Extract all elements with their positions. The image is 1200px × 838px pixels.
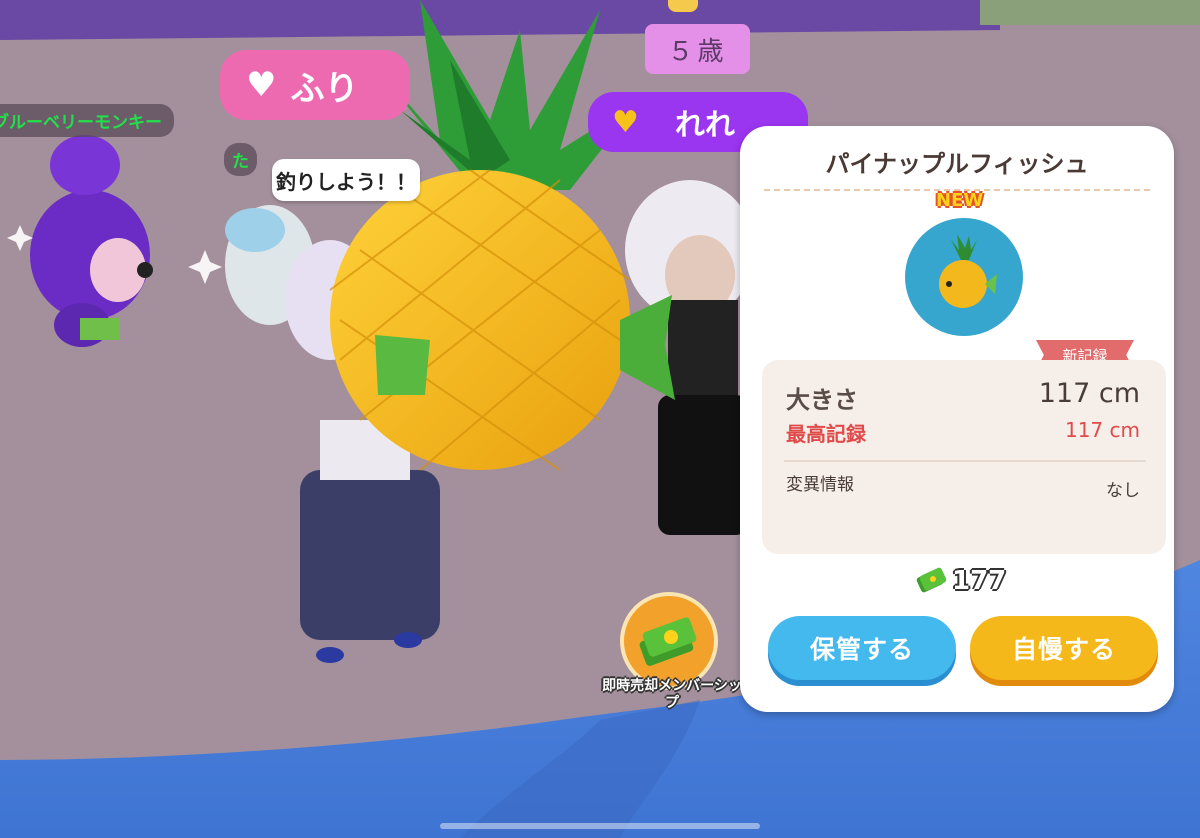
price-value: 177 [952, 566, 1007, 596]
cash-icon [620, 592, 718, 690]
fish-thumbnail [905, 218, 1023, 336]
home-indicator[interactable] [440, 823, 760, 829]
partial-name-tag: た [224, 143, 257, 176]
cash-icon [916, 567, 946, 593]
new-badge: NEW [936, 190, 984, 211]
heart-icon: ♥ [246, 65, 277, 105]
instant-sell-button[interactable]: 即時売却メンバーシップ [602, 592, 742, 722]
stats-box: 大きさ 117 cm 最高記録 117 cm 変異情報 なし [762, 360, 1166, 554]
sell-price: 177 [916, 566, 1006, 596]
size-label: 大きさ [786, 386, 858, 414]
age-tag: ５歳 [645, 24, 750, 74]
brag-button[interactable]: 自慢する [970, 616, 1158, 680]
heart-icon: ♥ [612, 104, 639, 140]
catch-result-panel: パイナップルフィッシュ NEW 新記録 大きさ 117 cm 最高記録 117 … [740, 126, 1174, 712]
pineapple-fish-icon [939, 234, 997, 308]
best-record-label: 最高記録 [786, 422, 866, 446]
monkey-name: ブルーベリーモンキー [0, 113, 162, 133]
store-button[interactable]: 保管する [768, 616, 956, 680]
instant-sell-label: 即時売却メンバーシップ [602, 678, 742, 711]
best-record-value: 117 cm [1064, 418, 1140, 442]
fish-name-title: パイナップルフィッシュ [825, 150, 1089, 178]
player-name: ふり [290, 68, 359, 109]
player-name-tag-pink[interactable]: ♥ ふり [220, 50, 410, 120]
size-value: 117 cm [1038, 378, 1140, 409]
partial-name: た [232, 152, 249, 172]
monkey-name-tag: ブルーベリーモンキー [0, 104, 174, 137]
speech-bubble: 釣りしよう！！ [272, 159, 420, 201]
stats-divider [784, 460, 1146, 462]
mutation-label: 変異情報 [786, 475, 854, 495]
player-name: れれ [674, 108, 735, 143]
mutation-value: なし [1106, 481, 1140, 501]
hat-decoration [668, 0, 698, 12]
